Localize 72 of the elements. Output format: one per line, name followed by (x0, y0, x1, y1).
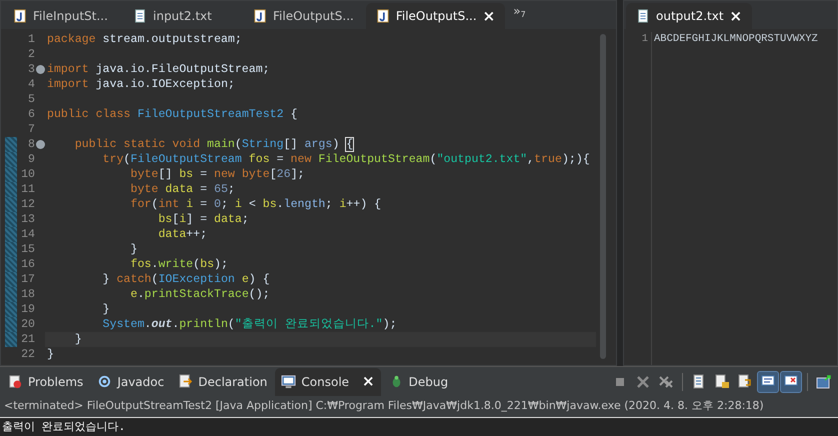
code-line: public static void main(String[] args) { (74, 137, 354, 152)
fold-icon[interactable] (36, 140, 45, 149)
scrollbar[interactable] (600, 34, 606, 359)
line-number: 6 (27, 107, 35, 122)
code-line: byte[] bs = new byte[26]; (129, 167, 306, 182)
editor-tab[interactable]: output2.txt × (626, 3, 752, 29)
toolbar-button[interactable] (758, 372, 778, 392)
line-number: 12 (20, 197, 35, 212)
text-file-icon (133, 9, 147, 23)
line-number: 1 (27, 32, 35, 47)
panel-tab[interactable]: Javadoc (91, 368, 170, 396)
java-file-icon (376, 9, 390, 23)
text-line: ABCDEFGHIJKLMNOPQRSTUVWXYZ (653, 32, 818, 47)
line-number: 22 (20, 347, 35, 362)
line-number: 21 (20, 332, 35, 347)
code-line: import java.io.FileOutputStream; (46, 62, 271, 77)
editor-tab[interactable]: FileOutputS... × (366, 3, 506, 29)
code-line: } catch(IOException e) { (102, 272, 271, 287)
line-number: 19 (20, 302, 35, 317)
line-number: 8 (27, 137, 35, 152)
line-number: 13 (20, 212, 35, 227)
lock-icon (714, 374, 730, 390)
problems-icon (8, 374, 23, 389)
code-line: data++; (157, 227, 208, 242)
line-number: 11 (20, 182, 35, 197)
java-file-icon (13, 9, 27, 23)
new-console-icon (816, 374, 832, 390)
editor-tab[interactable]: FileInputSt... (3, 3, 121, 29)
line-number: 7 (27, 122, 35, 137)
code-line: for(int i = 0; i < bs.length; i++) { (129, 197, 382, 212)
code-line: } (102, 302, 111, 317)
toolbar-button[interactable] (781, 372, 801, 392)
line-number: 20 (20, 317, 35, 332)
code-line: try(FileOutputStream fos = new FileOutputStream("output2.txt",true);){ (102, 152, 591, 167)
panel-tab[interactable]: Declaration (172, 368, 274, 396)
editor-tab[interactable]: input2.txt (123, 3, 241, 29)
wrap-icon (737, 374, 753, 390)
panel-tab[interactable]: Debug (382, 368, 454, 396)
line-number: 5 (27, 92, 35, 107)
code-line: e.printStackTrace(); (129, 287, 271, 302)
editor-tab[interactable]: FileOutputS... (243, 3, 364, 29)
code-line: import java.io.IOException; (46, 77, 236, 92)
line-number: 2 (27, 47, 35, 62)
code-line: fos.write(bs); (129, 257, 229, 272)
line-number: 16 (20, 257, 35, 272)
code-line: bs[i] = data; (157, 212, 250, 227)
code-line: } (129, 242, 138, 257)
line-number: 1 (640, 32, 648, 47)
monitor-icon (281, 374, 296, 389)
code-line: } (46, 347, 55, 362)
code-line: package stream.outputstream; (46, 32, 243, 47)
line-number: 15 (20, 242, 35, 257)
panel-tab[interactable]: Console × (275, 368, 381, 396)
fold-icon[interactable] (36, 65, 45, 74)
line-number: 4 (27, 77, 35, 92)
console-output: 출력이 완료되었습니다. (0, 418, 838, 436)
line-number: 14 (20, 227, 35, 242)
line-number: 9 (27, 152, 35, 167)
double-x-icon (658, 374, 674, 390)
declaration-icon (178, 374, 194, 389)
code-line: public class FileOutputStreamTest2 { (46, 107, 298, 122)
line-number: 17 (20, 272, 35, 287)
line-number: 18 (20, 287, 35, 302)
line-number: 3 (27, 62, 35, 77)
panel-tab[interactable]: Problems (2, 368, 90, 396)
line-number: 10 (20, 167, 35, 182)
text-file-icon (636, 9, 650, 23)
code-line: byte data = 65; (129, 182, 236, 197)
tab-overflow-indicator[interactable]: »$_{7}$ (507, 2, 532, 28)
code-line: System.out.println("출력이 완료되었습니다."); (102, 317, 398, 332)
close-icon (635, 374, 651, 390)
java-file-icon (253, 9, 267, 23)
